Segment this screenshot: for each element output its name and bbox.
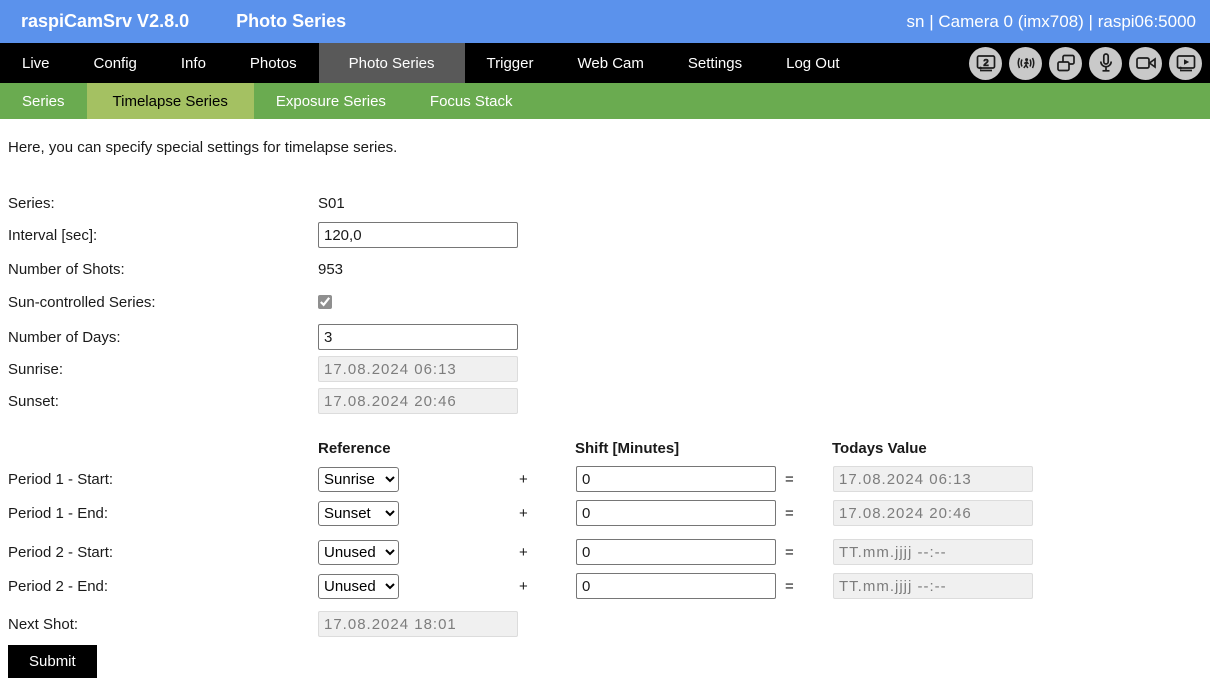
nav-item-trigger[interactable]: Trigger — [465, 43, 556, 83]
svg-text:2: 2 — [983, 58, 989, 69]
subnav-item-focus-stack[interactable]: Focus Stack — [408, 83, 535, 119]
page-title: Photo Series — [236, 11, 347, 31]
period2-start-todays-value — [833, 539, 1033, 565]
period2-end-label: Period 2 - End: — [8, 577, 109, 595]
connection-status: sn | Camera 0 (imx708) | raspi06:5000 — [906, 11, 1196, 31]
motion-broadcast-icon[interactable] — [1009, 46, 1042, 80]
period2-start-label: Period 2 - Start: — [8, 543, 114, 561]
equals-operator: = — [785, 577, 794, 595]
interval-label: Interval [sec]: — [8, 226, 98, 244]
nav-item-config[interactable]: Config — [72, 43, 159, 83]
period1-start-reference-select[interactable]: Sunrise — [318, 466, 399, 492]
player-screen-icon[interactable] — [1169, 46, 1202, 80]
period2-start-reference-select[interactable]: Unused — [318, 539, 399, 565]
sun-controlled-row: Sun-controlled Series: — [8, 292, 1210, 312]
app-header: raspiCamSrv V2.8.0 Photo Series sn | Cam… — [0, 0, 1210, 43]
period2-start-row: Period 2 - Start: Unused + = — [8, 539, 1210, 565]
period1-end-row: Period 1 - End: Sunset + = — [8, 500, 1210, 526]
nav-item-photo-series[interactable]: Photo Series — [318, 43, 465, 83]
shift-header: Shift [Minutes] — [575, 439, 680, 457]
photo-stack-icon[interactable] — [1049, 46, 1082, 80]
nav-item-log-out[interactable]: Log Out — [764, 43, 861, 83]
series-value: S01 — [318, 194, 345, 212]
number-of-days-row: Number of Days: — [8, 324, 1210, 350]
plus-operator: + — [519, 504, 528, 522]
subnav-item-timelapse-series[interactable]: Timelapse Series — [86, 83, 254, 119]
period2-end-row: Period 2 - End: Unused + = — [8, 573, 1210, 599]
period1-end-label: Period 1 - End: — [8, 504, 109, 522]
period2-end-todays-value — [833, 573, 1033, 599]
period2-end-shift-input[interactable] — [576, 573, 776, 599]
number-of-days-input[interactable] — [318, 324, 518, 350]
reference-header: Reference — [318, 439, 391, 457]
main-content: Here, you can specify special settings f… — [0, 139, 1210, 678]
next-shot-value — [318, 611, 518, 637]
todays-value-header: Todays Value — [832, 439, 927, 457]
sunset-row: Sunset: — [8, 388, 1210, 414]
sunset-value — [318, 388, 518, 414]
equals-operator: = — [785, 470, 794, 488]
number-of-shots-value: 953 — [318, 260, 344, 278]
microphone-icon[interactable] — [1089, 46, 1122, 80]
nav-item-info[interactable]: Info — [159, 43, 228, 83]
sunset-label: Sunset: — [8, 392, 59, 410]
video-camera-icon[interactable] — [1129, 46, 1162, 80]
period-table-header: Reference Shift [Minutes] Todays Value — [8, 438, 1210, 458]
nav-item-live[interactable]: Live — [0, 43, 72, 83]
number-of-days-label: Number of Days: — [8, 328, 121, 346]
sun-controlled-label: Sun-controlled Series: — [8, 293, 156, 311]
interval-input[interactable] — [318, 222, 518, 248]
period2-start-shift-input[interactable] — [576, 539, 776, 565]
nav-item-settings[interactable]: Settings — [666, 43, 764, 83]
sunrise-label: Sunrise: — [8, 360, 64, 378]
page: raspiCamSrv V2.8.0 Photo Series sn | Cam… — [0, 0, 1210, 689]
subnav-item-exposure-series[interactable]: Exposure Series — [254, 83, 408, 119]
period1-start-shift-input[interactable] — [576, 466, 776, 492]
sunrise-value — [318, 356, 518, 382]
intro-text: Here, you can specify special settings f… — [8, 139, 398, 156]
period1-start-label: Period 1 - Start: — [8, 470, 114, 488]
period1-end-shift-input[interactable] — [576, 500, 776, 526]
series-label: Series: — [8, 194, 55, 212]
display-2-icon[interactable]: 2 — [969, 46, 1002, 80]
sunrise-row: Sunrise: — [8, 356, 1210, 382]
next-shot-row: Next Shot: — [8, 611, 1210, 637]
nav-item-web-cam[interactable]: Web Cam — [555, 43, 665, 83]
period1-end-todays-value — [833, 500, 1033, 526]
nav-item-photos[interactable]: Photos — [228, 43, 319, 83]
next-shot-label: Next Shot: — [8, 615, 79, 633]
number-of-shots-label: Number of Shots: — [8, 260, 125, 278]
series-row: Series: S01 — [8, 193, 1210, 213]
period2-end-reference-select[interactable]: Unused — [318, 573, 399, 599]
interval-row: Interval [sec]: — [8, 222, 1210, 248]
sun-controlled-checkbox[interactable] — [318, 295, 332, 309]
nav-spacer — [861, 43, 969, 83]
equals-operator: = — [785, 543, 794, 561]
plus-operator: + — [519, 577, 528, 595]
app-title: raspiCamSrv V2.8.0 — [21, 11, 190, 31]
period1-end-reference-select[interactable]: Sunset — [318, 500, 399, 526]
period1-start-todays-value — [833, 466, 1033, 492]
subnav-item-series[interactable]: Series — [0, 83, 87, 119]
status-icons: 2 — [969, 43, 1210, 83]
period1-start-row: Period 1 - Start: Sunrise + = — [8, 466, 1210, 492]
main-nav: Live Config Info Photos Photo Series Tri… — [0, 43, 1210, 83]
number-of-shots-row: Number of Shots: 953 — [8, 259, 1210, 279]
plus-operator: + — [519, 543, 528, 561]
photo-series-subnav: Series Timelapse Series Exposure Series … — [0, 83, 1210, 119]
submit-button[interactable]: Submit — [8, 645, 97, 678]
equals-operator: = — [785, 504, 794, 522]
plus-operator: + — [519, 470, 528, 488]
